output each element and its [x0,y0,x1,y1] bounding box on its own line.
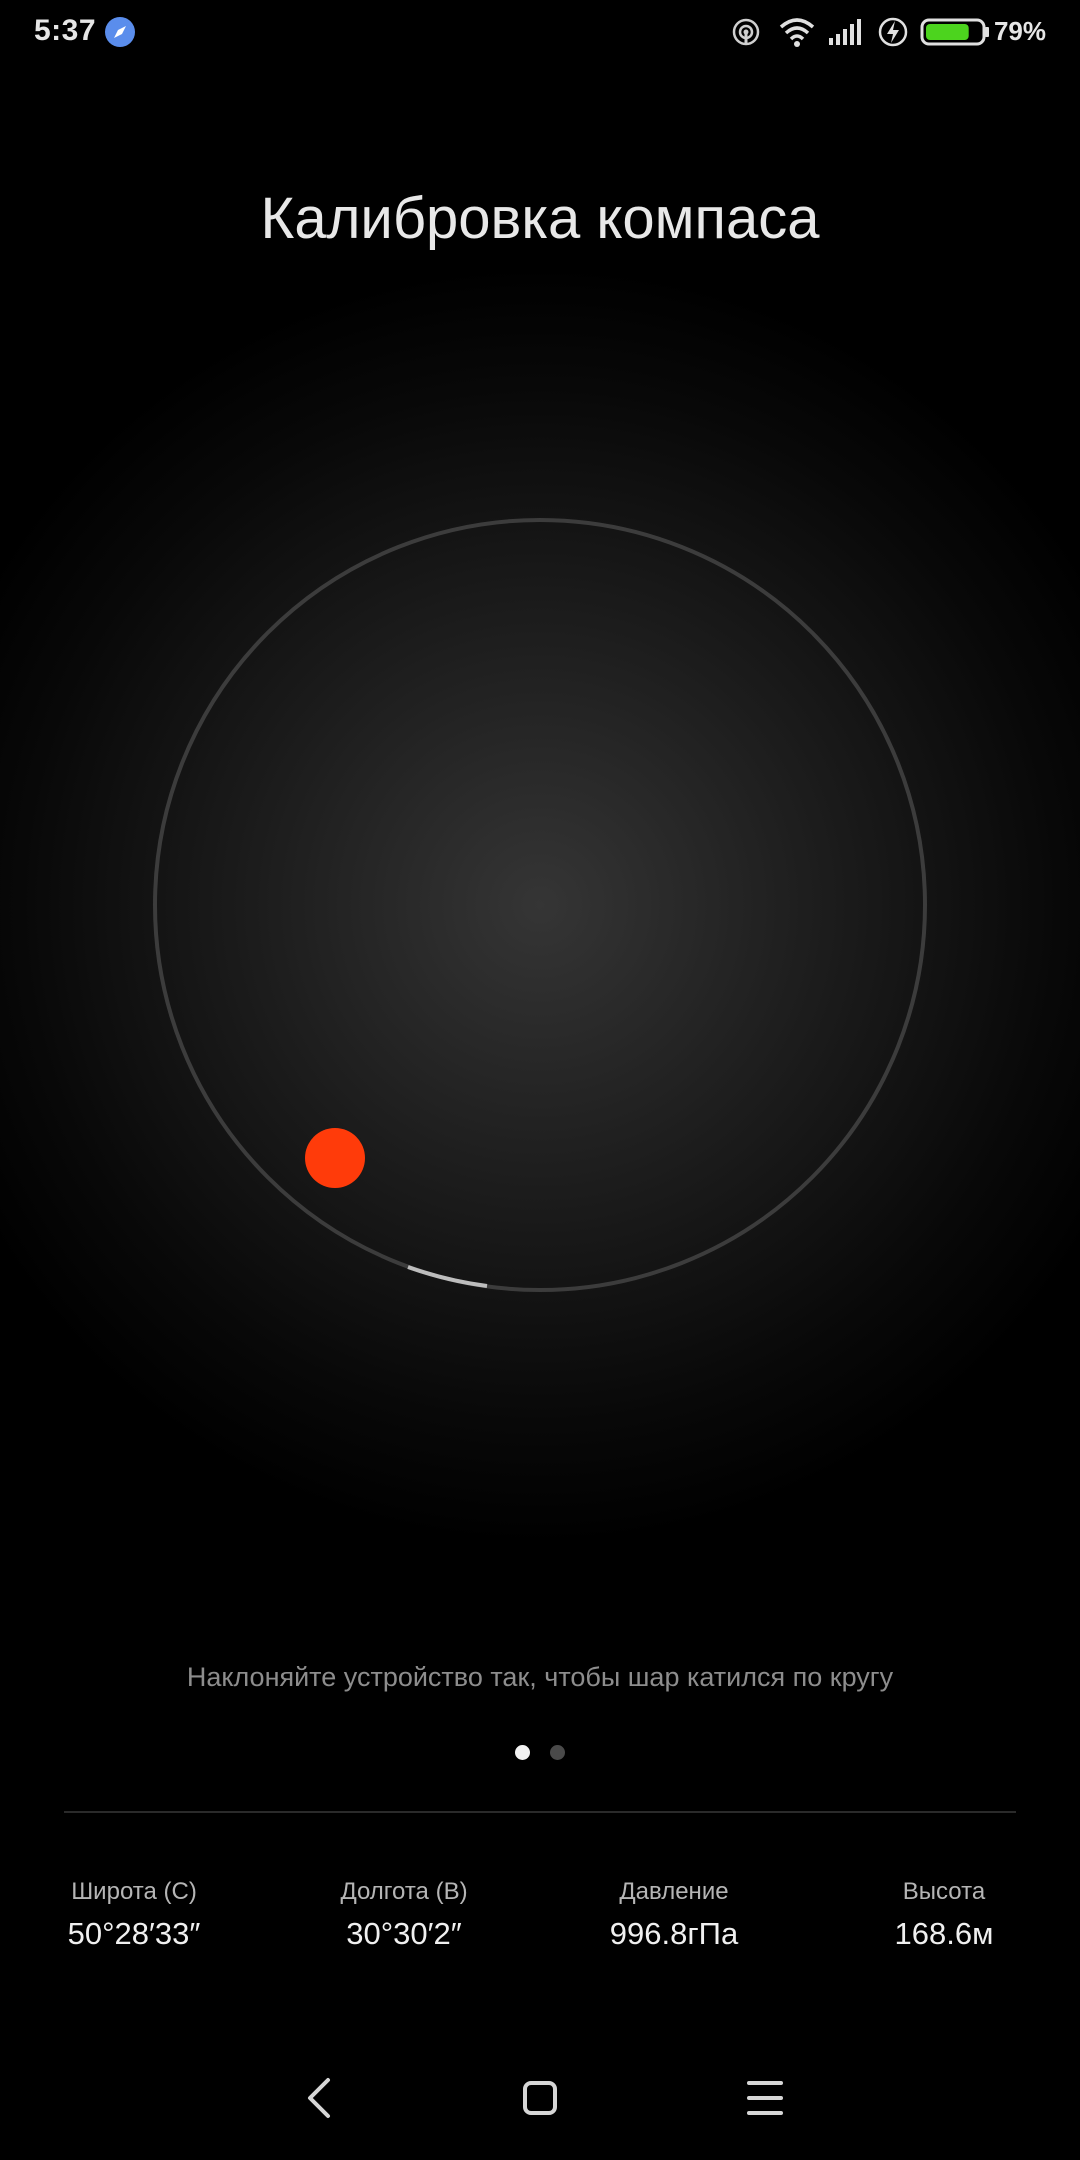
divider [64,1811,1016,1813]
info-latitude: Широта (С) 50°28′33″ [14,1878,254,1952]
calibration-ring [153,518,927,1292]
info-longitude: Долгота (В) 30°30′2″ [284,1878,524,1952]
info-label: Высота [902,1878,986,1905]
info-label: Давление [619,1878,729,1905]
info-value: 50°28′33″ [67,1916,201,1951]
page-dot-1[interactable] [514,1745,530,1760]
rolling-ball [305,1128,365,1188]
menu-icon[interactable] [735,2068,795,2128]
page-indicator [0,1745,1080,1761]
page-dot-2[interactable] [550,1745,566,1760]
info-value: 30°30′2″ [346,1916,462,1951]
calibration-progress-arc [407,1265,488,1288]
info-altitude: Высота 168.6м [824,1878,1064,1952]
instruction-text: Наклоняйте устройство так, чтобы шар кат… [186,1662,894,1692]
navigation-bar [0,2040,1080,2160]
calibration-dial [153,518,927,1292]
info-value: 996.8гПа [609,1916,739,1951]
sensor-info-row: Широта (С) 50°28′33″ Долгота (В) 30°30′2… [0,1878,1080,1968]
compass-calibration-screen: 5:37 79% Калибровка компаса Наклоняйте у… [0,0,1080,2160]
home-icon[interactable] [510,2068,570,2128]
info-value: 168.6м [894,1916,994,1951]
info-label: Долгота (В) [340,1878,468,1905]
info-pressure: Давление 996.8гПа [554,1878,794,1952]
info-label: Широта (С) [71,1878,197,1905]
back-icon[interactable] [290,2068,350,2128]
